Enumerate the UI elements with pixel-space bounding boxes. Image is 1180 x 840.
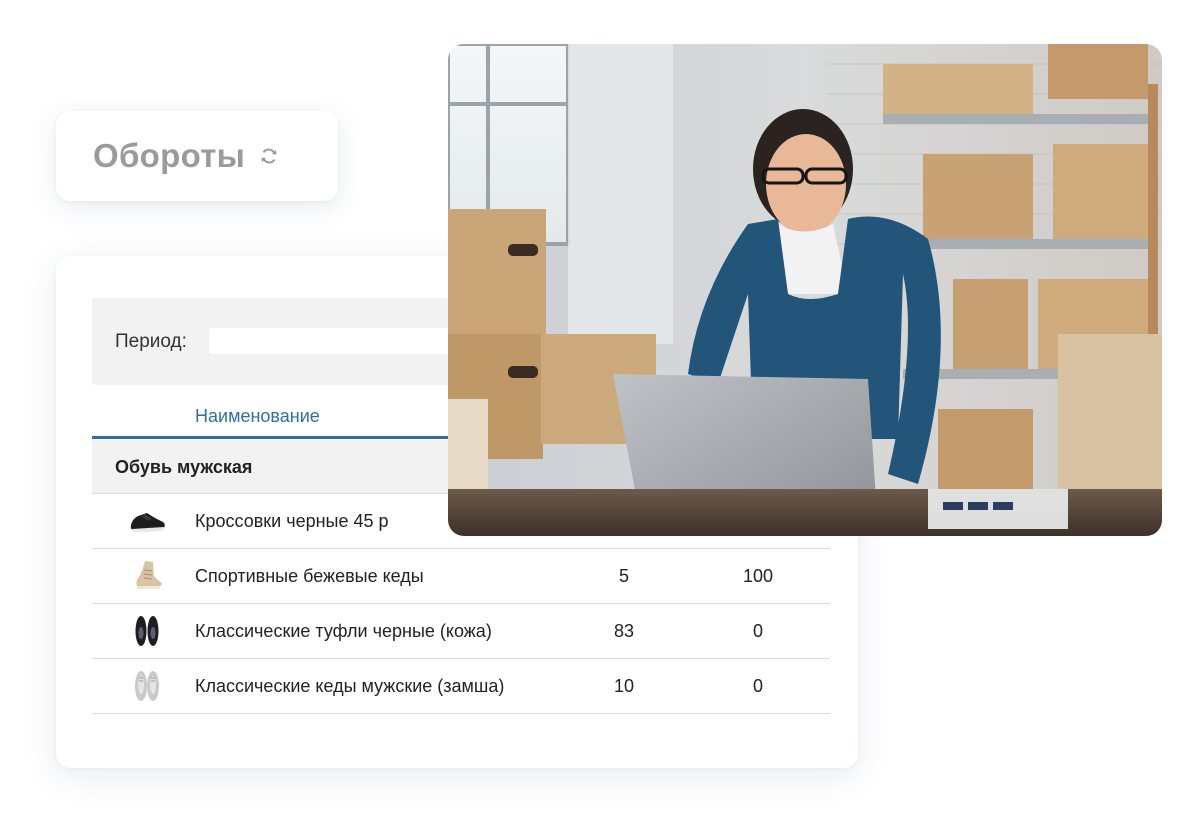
quantity-out: 0 [752, 621, 763, 641]
quantity-in: 83 [613, 621, 635, 641]
product-name: Кроссовки черные 45 р [195, 511, 389, 531]
period-label: Период: [115, 331, 187, 352]
woman-at-laptop-photo [448, 44, 1162, 536]
title-card: Обороты [56, 111, 338, 201]
page-title: Обороты [93, 137, 246, 174]
period-input[interactable] [209, 328, 469, 354]
column-header-name[interactable]: Наименование [195, 406, 320, 427]
product-name: Классические туфли черные (кожа) [195, 621, 492, 641]
product-name: Классические кеды мужские (замша) [195, 676, 505, 696]
black-shoes-icon [127, 613, 167, 649]
group-label: Обувь мужская [115, 457, 253, 477]
beige-sneaker-icon [127, 558, 167, 594]
black-sneaker-icon [127, 503, 167, 539]
quantity-out: 0 [752, 676, 763, 696]
grey-sneakers-icon [127, 668, 167, 704]
quantity-in: 10 [613, 676, 635, 696]
quantity-out: 100 [742, 566, 774, 586]
quantity-in: 5 [618, 566, 629, 586]
table-row[interactable]: Классические туфли черные (кожа) 83 0 [92, 604, 830, 659]
table-row[interactable]: Классические кеды мужские (замша) 10 0 [92, 659, 830, 714]
product-name: Спортивные бежевые кеды [195, 566, 424, 586]
refresh-icon[interactable] [259, 146, 279, 166]
table-row[interactable]: Спортивные бежевые кеды 5 100 [92, 549, 830, 604]
